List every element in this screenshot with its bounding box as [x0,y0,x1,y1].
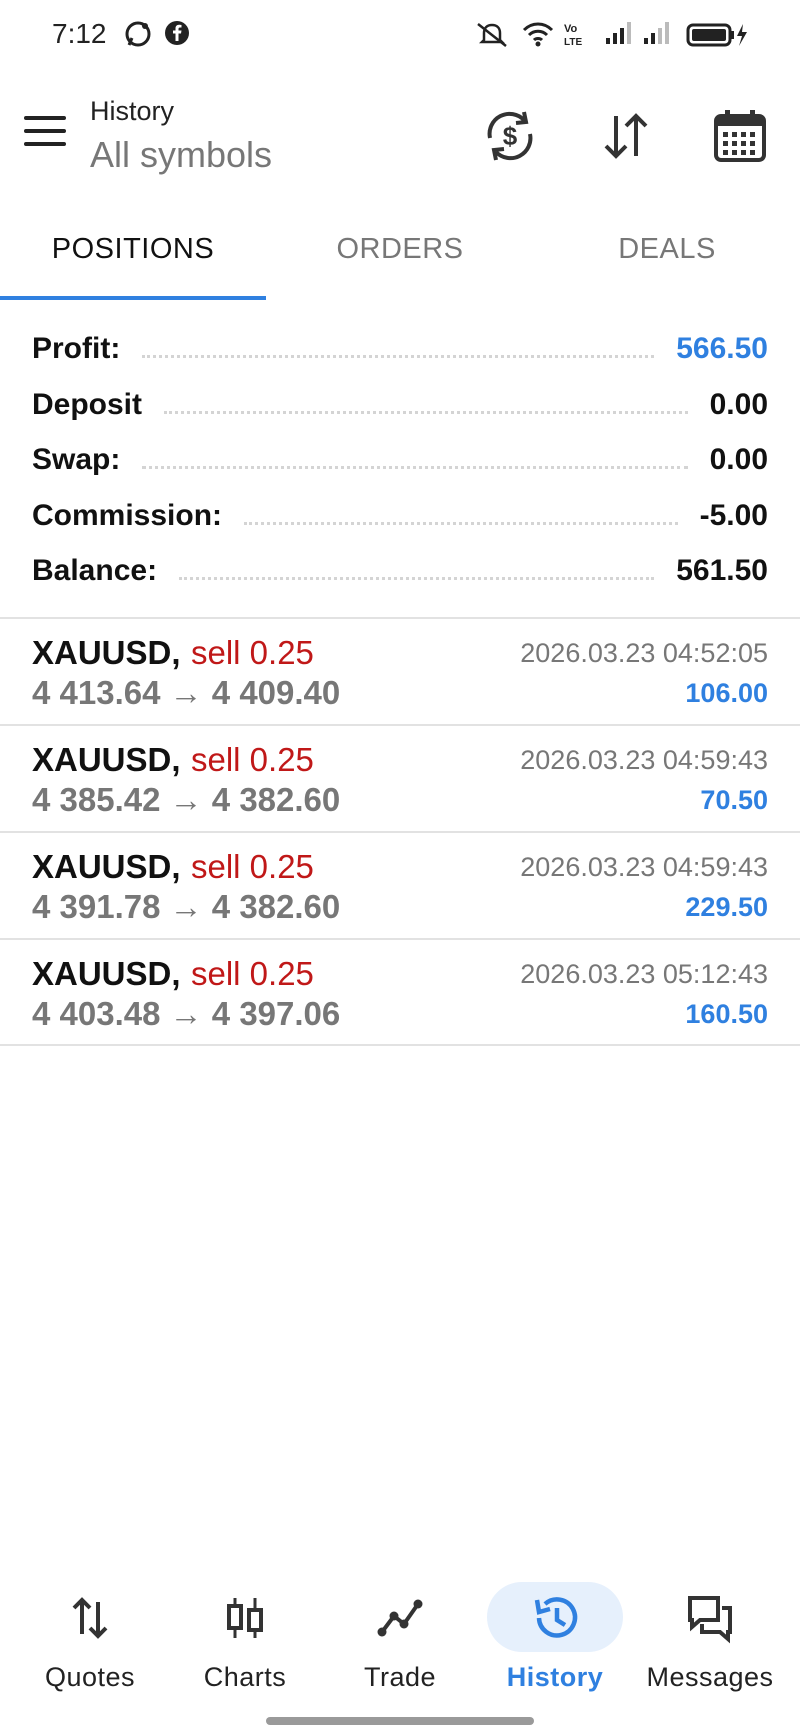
position-row[interactable]: XAUUSD, sell 0.25 4 391.78 → 4 382.60 20… [0,834,800,940]
position-prices: 4 391.78 → 4 382.60 [32,888,341,925]
menu-icon[interactable] [24,116,66,156]
position-profit: 229.50 [685,892,768,922]
volte-icon: Vo LTE [564,23,582,48]
dotted-leader [142,346,655,358]
position-time: 2026.03.23 04:52:05 [520,638,768,668]
nav-label: Quotes [44,1662,136,1692]
position-row[interactable]: XAUUSD, sell 0.25 4 385.42 → 4 382.60 20… [0,727,800,833]
summary-value: 0.00 [709,388,768,421]
nav-label: Messages [646,1662,774,1692]
position-profit: 160.50 [685,999,768,1029]
history-icon [534,1597,578,1638]
summary-label: Swap: [32,443,121,476]
nav-messages[interactable]: Messages [635,1582,785,1702]
position-time: 2026.03.23 05:12:43 [520,959,768,989]
svg-text:$: $ [503,121,518,151]
position-side: sell 0.25 [191,955,314,992]
summary-label: Balance: [32,554,158,587]
summary-label: Deposit [32,388,143,421]
svg-text:Vo: Vo [564,23,578,35]
nav-quotes[interactable]: Quotes [15,1582,165,1702]
position-symbol: XAUUSD, [32,741,181,778]
messages-icon [688,1596,732,1644]
page-title: History [90,96,175,126]
position-symbol: XAUUSD, [32,634,181,671]
summary-row-profit: Profit: 566.50 [32,324,768,374]
nav-history[interactable]: History [480,1582,630,1702]
nav-label: History [506,1662,604,1692]
position-side: sell 0.25 [191,634,314,671]
status-time: 7:12 [52,18,107,49]
facebook-icon [165,21,189,45]
app-header: History All symbols $ [0,84,800,194]
position-profit: 106.00 [685,678,768,708]
divider [0,724,800,726]
divider [0,617,800,619]
divider [0,938,800,940]
signal-icon [606,22,631,44]
quotes-icon [72,1597,108,1639]
nav-charts[interactable]: Charts [170,1582,320,1702]
signal-icon [644,22,669,44]
svg-text:LTE: LTE [564,37,582,48]
dotted-leader [244,513,678,525]
mute-icon [477,23,507,47]
trade-icon [377,1599,423,1637]
position-row[interactable]: XAUUSD, sell 0.25 4 413.64 → 4 409.40 20… [0,620,800,726]
active-tab-indicator [0,296,266,300]
nav-trade[interactable]: Trade [325,1582,475,1702]
dotted-leader [179,568,655,580]
tab-bar: POSITIONS ORDERS DEALS [0,216,800,302]
position-prices: 4 385.42 → 4 382.60 [32,781,341,818]
sort-icon[interactable] [596,106,656,166]
position-symbol: XAUUSD, [32,848,181,885]
summary-row-deposit: Deposit 0.00 [32,380,768,430]
tab-orders[interactable]: ORDERS [267,216,533,298]
position-time: 2026.03.23 04:59:43 [520,745,768,775]
candles-icon [227,1598,263,1638]
summary-row-swap: Swap: 0.00 [32,435,768,485]
calendar-icon[interactable] [710,106,770,166]
dotted-leader [142,457,688,469]
position-symbol: XAUUSD, [32,955,181,992]
wifi-icon [522,22,554,47]
summary-label: Profit: [32,332,121,365]
summary-value: -5.00 [699,499,768,532]
position-prices: 4 403.48 → 4 397.06 [32,995,341,1032]
nav-label: Charts [203,1662,287,1692]
summary-row-commission: Commission: -5.00 [32,491,768,541]
position-side: sell 0.25 [191,848,314,885]
summary-row-balance: Balance: 561.50 [32,546,768,596]
bottom-navigation: Quotes Charts Trade History Messages [0,1570,800,1710]
summary-value: 561.50 [676,554,768,587]
position-prices: 4 413.64 → 4 409.40 [32,674,341,711]
position-time: 2026.03.23 04:59:43 [520,852,768,882]
whatsapp-icon [125,21,151,47]
position-row[interactable]: XAUUSD, sell 0.25 4 403.48 → 4 397.06 20… [0,941,800,1047]
symbol-filter[interactable]: All symbols [90,134,272,176]
status-bar: 7:12 Vo LTE [0,0,800,72]
position-profit: 70.50 [700,785,768,815]
position-side: sell 0.25 [191,741,314,778]
summary-label: Commission: [32,499,223,532]
summary-value: 0.00 [709,443,768,476]
home-indicator[interactable] [266,1717,534,1725]
nav-label: Trade [363,1662,437,1692]
refresh-currency-icon[interactable]: $ [480,106,540,166]
summary-panel: Profit: 566.50 Deposit 0.00 Swap: 0.00 C… [0,320,800,620]
dotted-leader [164,402,688,414]
summary-value: 566.50 [676,332,768,365]
divider [0,1044,800,1046]
tab-deals[interactable]: DEALS [534,216,800,298]
tab-positions[interactable]: POSITIONS [0,216,266,298]
divider [0,831,800,833]
battery-icon [686,23,747,47]
